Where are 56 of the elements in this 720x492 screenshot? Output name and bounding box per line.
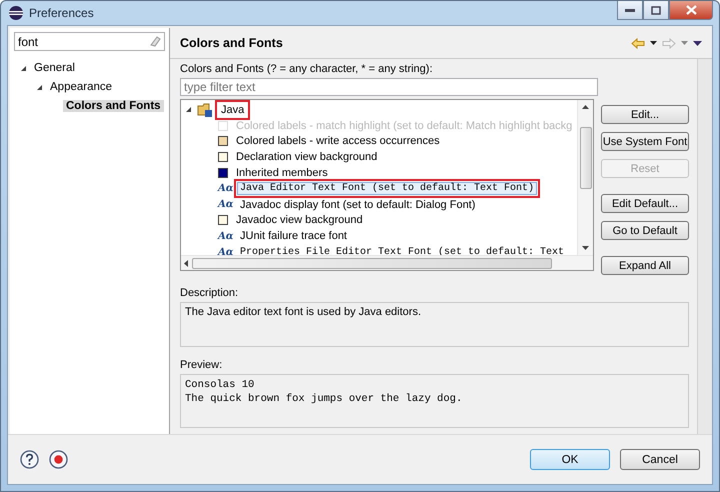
side-button[interactable]: Edit Default... [601, 194, 689, 213]
app-icon [8, 5, 24, 21]
scroll-up-icon[interactable] [582, 105, 589, 109]
tree-item[interactable]: Inherited members [233, 166, 331, 180]
preview-text: Consolas 10 [185, 378, 256, 392]
tree-item[interactable]: Java Editor Text Font (set to default: Text Font) [237, 182, 538, 196]
tree-item[interactable]: Appearance [47, 81, 116, 93]
side-button[interactable]: Edit... [601, 105, 689, 124]
record-icon[interactable] [49, 450, 68, 469]
search-field[interactable]: font [14, 32, 165, 51]
font-icon: Aα [218, 183, 232, 194]
dropdown-icon[interactable] [650, 41, 657, 45]
back-arrow-icon[interactable] [631, 38, 645, 48]
tree-item[interactable]: Colored labels - write access occurrences [233, 134, 443, 148]
filter-field[interactable]: type filter text [180, 78, 598, 96]
close-icon [686, 5, 696, 15]
font-icon: Aα [218, 199, 232, 210]
tree-item[interactable]: Java [218, 102, 248, 117]
tree-item[interactable]: Colors and Fonts [63, 100, 164, 112]
tree-item[interactable]: Javadoc view background [233, 213, 366, 228]
minimize-button[interactable] [617, 1, 643, 20]
tree-item[interactable]: Declaration view background [233, 150, 380, 164]
description-label: Description: [180, 287, 240, 299]
preview-label: Preview: [180, 359, 224, 371]
color-swatch [218, 120, 228, 131]
dialog-button[interactable]: OK [530, 449, 610, 470]
view-menu-icon[interactable] [693, 40, 702, 46]
expanded-arrow-icon[interactable] [185, 106, 192, 114]
close-button[interactable] [669, 1, 713, 20]
description-text: The Java editor text font is used by Java editors. [185, 306, 422, 318]
tree-item[interactable]: JUnit failure trace font [237, 229, 350, 244]
minimize-icon [625, 8, 635, 12]
window-title: Preferences [29, 6, 94, 20]
page-title: Colors and Fonts [180, 36, 283, 50]
side-button[interactable]: Expand All [601, 256, 689, 275]
side-button[interactable]: Go to Default [601, 221, 689, 240]
filter-label: Colors and Fonts (? = any character, * = any string): [180, 63, 434, 75]
font-icon: Aα [218, 246, 232, 255]
tree-item[interactable]: Javadoc display font (set to default: Dialog Font) [237, 198, 478, 212]
page-scrollbar[interactable] [697, 59, 712, 434]
side-button[interactable]: Use System Font [601, 132, 689, 151]
vertical-scrollbar[interactable] [577, 100, 593, 255]
font-icon: Aα [218, 230, 232, 242]
horizontal-scrollbar[interactable] [181, 255, 593, 270]
help-icon[interactable] [20, 450, 39, 469]
expanded-arrow-icon[interactable] [20, 64, 27, 72]
expanded-arrow-icon[interactable] [36, 84, 43, 90]
maximize-icon [651, 6, 661, 14]
maximize-button[interactable] [643, 1, 669, 20]
preview-text: The quick brown fox jumps over the lazy dog. [185, 392, 464, 406]
java-folder-icon [197, 102, 213, 117]
tree-item[interactable]: General [31, 62, 78, 74]
scroll-down-icon[interactable] [582, 246, 589, 250]
dialog-button[interactable]: Cancel [620, 449, 700, 470]
scroll-left-icon[interactable] [184, 260, 188, 266]
eraser-icon[interactable] [149, 35, 161, 47]
